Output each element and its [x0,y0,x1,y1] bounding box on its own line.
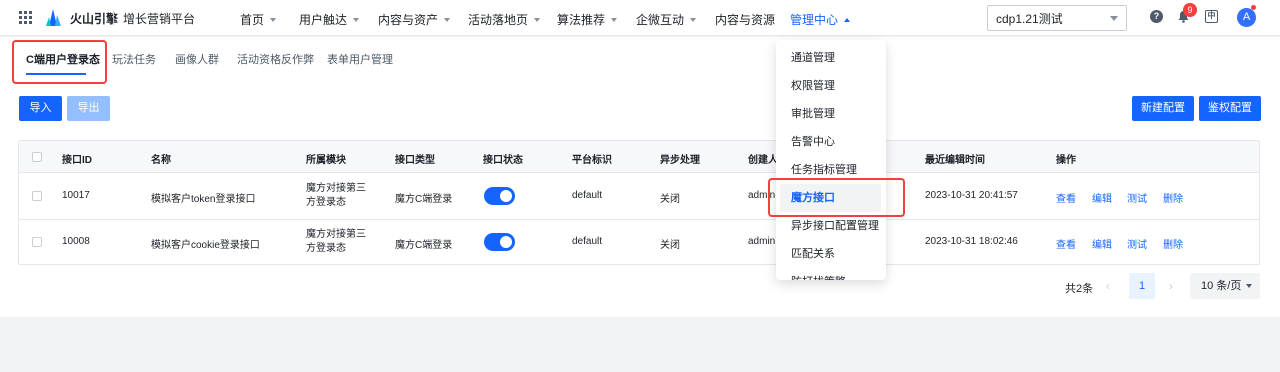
tab-play-tasks[interactable]: 玩法任务 [112,51,156,67]
chevron-down-icon [270,17,277,22]
cell-module: 魔方对接第三方登录态 [306,229,366,254]
content-panel: 导入 导出 新建配置 鉴权配置 接口ID 名称 所属模块 接口类型 接口状态 平… [0,79,1280,317]
chevron-down-icon [534,17,541,22]
delete-link[interactable]: 删除 [1163,236,1183,251]
tab-form-users[interactable]: 表单用户管理 [327,51,393,67]
auth-config-button[interactable]: 鉴权配置 [1199,96,1261,121]
col-creator: 创建人 [748,155,778,166]
tab-anti-fraud[interactable]: 活动资格反作弊 [237,51,314,67]
test-link[interactable]: 测试 [1127,190,1147,205]
menu-item-matching[interactable]: 匹配关系 [776,240,886,268]
chevron-right-icon[interactable]: › [1169,279,1173,293]
cell-platform: default [572,190,603,201]
app-grid-icon[interactable] [19,11,32,24]
avatar[interactable]: A [1237,8,1256,27]
brand-divider [113,11,114,25]
col-name: 名称 [151,155,171,166]
nav-admin-center[interactable]: 管理中心 [790,11,851,28]
select-all-checkbox[interactable] [32,152,42,162]
annotation-box-menu [768,178,905,217]
col-async: 异步处理 [660,155,700,166]
status-toggle[interactable] [484,233,515,251]
annotation-box-tab [12,40,107,84]
export-button[interactable]: 导出 [67,96,110,121]
col-id: 接口ID [62,155,92,166]
product-name: 增长营销平台 [123,12,196,26]
nav-wecom[interactable]: 企微互动 [636,11,697,28]
menu-item-do-not-disturb[interactable]: 防打扰策略 [776,268,886,280]
tenant-select[interactable]: cdp1.21测试 [987,5,1127,31]
status-toggle[interactable] [484,187,515,205]
cell-id: 10008 [62,236,90,247]
chevron-down-icon [690,17,697,22]
sub-tabs: C端用户登录态 玩法任务 画像人群 活动资格反作弊 表单用户管理 [0,37,1280,79]
col-type: 接口类型 [395,155,435,166]
help-icon[interactable]: ? [1150,10,1163,23]
brand-name: 火山引擎 [70,12,119,26]
nav-user-reach[interactable]: 用户触达 [299,11,360,28]
col-actions: 操作 [1056,155,1076,166]
cell-type: 魔方C端登录 [395,240,453,251]
page-size-value: 10 条/页 [1201,280,1242,292]
menu-item-channels[interactable]: 通道管理 [776,44,886,72]
pagination-current-page[interactable]: 1 [1129,273,1155,299]
cell-platform: default [572,236,603,247]
table-header: 接口ID 名称 所属模块 接口类型 接口状态 平台标识 异步处理 创建人 最近编… [19,141,1259,173]
tab-audience[interactable]: 画像人群 [175,51,219,67]
cell-module: 魔方对接第三方登录态 [306,183,366,208]
chevron-down-icon [444,17,451,22]
chevron-down-icon [1246,284,1252,288]
menu-item-permissions[interactable]: 权限管理 [776,72,886,100]
tenant-select-value: cdp1.21测试 [996,11,1063,26]
chevron-down-icon [353,17,360,22]
table-row: 10008 模拟客户cookie登录接口 魔方对接第三方登录态 魔方C端登录 d… [19,220,1259,266]
import-button[interactable]: 导入 [19,96,62,121]
nav-algorithm[interactable]: 算法推荐 [557,11,618,28]
chevron-down-icon [1110,15,1118,21]
nav-content-resources[interactable]: 内容与资源 [715,11,775,28]
cell-name: 模拟客户cookie登录接口 [151,240,260,251]
col-module: 所属模块 [306,155,346,166]
chevron-up-icon [844,17,851,22]
menu-item-alerts[interactable]: 告警中心 [776,128,886,156]
volcengine-logo-icon [46,9,61,26]
chevron-down-icon [611,17,618,22]
avatar-status-dot [1251,5,1256,10]
cell-id: 10017 [62,190,90,201]
cell-edited: 2023-10-31 20:41:57 [925,190,1018,201]
cell-name: 模拟客户token登录接口 [151,194,256,205]
col-platform: 平台标识 [572,155,612,166]
create-config-button[interactable]: 新建配置 [1132,96,1194,121]
menu-item-approvals[interactable]: 审批管理 [776,100,886,128]
page-size-select[interactable]: 10 条/页 [1190,273,1260,299]
cell-async: 关闭 [660,240,680,251]
chevron-left-icon[interactable]: ‹ [1106,279,1110,293]
delete-link[interactable]: 删除 [1163,190,1183,205]
view-link[interactable]: 查看 [1056,236,1076,251]
edit-link[interactable]: 编辑 [1092,236,1112,251]
col-edited: 最近编辑时间 [925,155,985,166]
test-link[interactable]: 测试 [1127,236,1147,251]
nav-content-assets[interactable]: 内容与资产 [378,11,451,28]
top-nav-bar: 火山引擎 增长营销平台 首页 用户触达 内容与资产 活动落地页 算法推荐 企微互… [0,0,1280,36]
notification-badge: 9 [1183,3,1197,17]
nav-landing-page[interactable]: 活动落地页 [468,11,541,28]
admin-center-dropdown: 通道管理 权限管理 审批管理 告警中心 任务指标管理 魔方接口 异步接口配置管理… [776,40,886,280]
row-checkbox[interactable] [32,237,42,247]
cell-type: 魔方C端登录 [395,194,453,205]
language-icon[interactable]: 中 [1205,10,1218,23]
cell-edited: 2023-10-31 18:02:46 [925,236,1018,247]
col-status: 接口状态 [483,155,523,166]
cell-creator: admin [748,236,776,247]
edit-link[interactable]: 编辑 [1092,190,1112,205]
view-link[interactable]: 查看 [1056,190,1076,205]
pagination-total: 共2条 [1065,283,1094,295]
table-row: 10017 模拟客户token登录接口 魔方对接第三方登录态 魔方C端登录 de… [19,174,1259,220]
row-checkbox[interactable] [32,191,42,201]
cell-async: 关闭 [660,194,680,205]
interface-table: 接口ID 名称 所属模块 接口类型 接口状态 平台标识 异步处理 创建人 最近编… [18,140,1260,265]
nav-home[interactable]: 首页 [240,11,277,28]
